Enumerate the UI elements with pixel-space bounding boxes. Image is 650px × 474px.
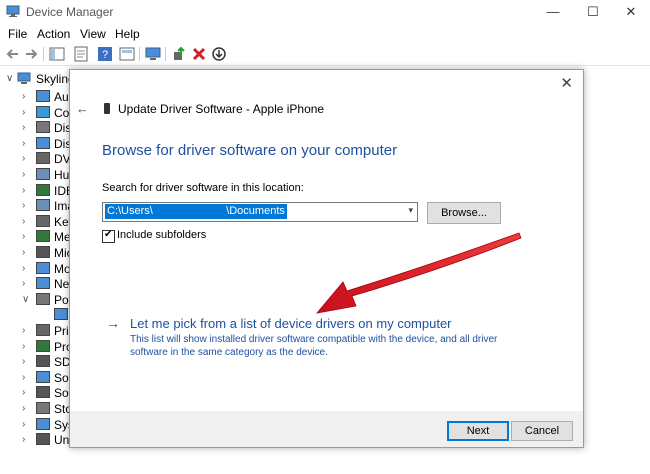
- device-category-icon: [36, 246, 50, 258]
- help-icon[interactable]: ?: [97, 46, 113, 62]
- device-category-icon: [36, 433, 50, 446]
- chevron-right-icon[interactable]: ›: [22, 107, 25, 118]
- chevron-right-icon[interactable]: ›: [22, 387, 25, 398]
- device-category-icon: [36, 183, 50, 196]
- menu-help[interactable]: Help: [115, 27, 140, 41]
- device-category-icon: [36, 105, 50, 118]
- chevron-right-icon[interactable]: ›: [22, 325, 25, 336]
- device-category-icon: [36, 261, 50, 274]
- chevron-right-icon[interactable]: ›: [22, 169, 25, 180]
- menu-file[interactable]: File: [8, 27, 27, 41]
- device-category-icon: [36, 402, 50, 414]
- svg-text:?: ?: [102, 49, 108, 61]
- chevron-right-icon[interactable]: ›: [22, 200, 25, 211]
- scan-hardware-icon[interactable]: [145, 46, 161, 62]
- device-category-icon: [36, 277, 50, 290]
- checkmark-icon: ✔: [104, 229, 113, 240]
- chevron-right-icon[interactable]: ›: [22, 231, 25, 242]
- device-category-icon: [36, 324, 50, 336]
- chevron-right-icon[interactable]: ›: [22, 356, 25, 367]
- device-category-icon: [36, 370, 50, 383]
- tree-root[interactable]: ∨ Skyline: [0, 70, 80, 88]
- chevron-right-icon[interactable]: ›: [22, 247, 25, 258]
- include-subfolders-checkbox[interactable]: ✔: [102, 229, 115, 243]
- dialog-close-button[interactable]: ✕: [560, 74, 573, 92]
- include-subfolders-label[interactable]: Include subfolders: [117, 229, 206, 241]
- toolbar-separator: [139, 47, 140, 61]
- tree-item[interactable]: › Uni: [0, 431, 80, 449]
- toolbar-separator: [43, 47, 44, 61]
- forward-icon[interactable]: [23, 46, 39, 62]
- device-category-icon: [36, 417, 50, 430]
- chevron-down-icon[interactable]: ∨: [22, 294, 29, 305]
- pick-driver-description: This list will show installed driver sof…: [130, 334, 498, 358]
- maximize-button[interactable]: ☐: [582, 3, 604, 21]
- chevron-right-icon[interactable]: ›: [22, 122, 25, 133]
- device-tree: ∨ Skyline › Aud › Cor › Disk › Disp › DVD › Hur › IDE…: [0, 66, 83, 474]
- window-title: Device Manager: [26, 5, 114, 19]
- device-manager-icon: [6, 5, 20, 17]
- device-category-icon: [36, 199, 50, 212]
- back-arrow-icon[interactable]: ←: [76, 101, 89, 116]
- chevron-down-icon[interactable]: ∨: [6, 73, 13, 84]
- device-category-icon: [36, 339, 50, 352]
- uninstall-icon[interactable]: [191, 46, 207, 62]
- title-bar: Device Manager — ☐ ✕: [0, 0, 650, 24]
- dialog-footer: Next Cancel: [70, 411, 583, 447]
- device-category-icon: [36, 90, 50, 102]
- menu-bar: File Action View Help: [0, 25, 650, 43]
- device-category-icon: [54, 308, 68, 321]
- chevron-right-icon[interactable]: ›: [22, 263, 25, 274]
- cancel-button[interactable]: Cancel: [511, 421, 573, 441]
- chevron-right-icon[interactable]: ›: [22, 341, 25, 352]
- show-hide-icon[interactable]: [49, 46, 65, 62]
- chevron-right-icon[interactable]: ›: [22, 434, 25, 445]
- next-button[interactable]: Next: [447, 421, 509, 441]
- device-category-icon: [36, 168, 50, 180]
- phone-icon: [104, 103, 110, 114]
- chevron-right-icon[interactable]: ›: [22, 278, 25, 289]
- device-category-icon: [36, 292, 50, 305]
- menu-action[interactable]: Action: [37, 27, 70, 41]
- device-category-icon: [36, 386, 50, 399]
- device-category-icon: [36, 152, 50, 165]
- update-driver-icon[interactable]: [171, 46, 187, 62]
- close-button[interactable]: ✕: [620, 3, 642, 21]
- search-location-label: Search for driver software in this locat…: [102, 182, 304, 194]
- chevron-right-icon[interactable]: ›: [22, 138, 25, 149]
- minimize-button[interactable]: —: [542, 3, 564, 21]
- chevron-right-icon[interactable]: ›: [22, 153, 25, 164]
- back-icon[interactable]: [5, 46, 21, 62]
- toolbar: ?: [0, 43, 650, 66]
- arrow-right-icon[interactable]: →: [106, 315, 120, 331]
- device-category-icon: [36, 230, 50, 243]
- update-driver-dialog: ✕ ← Update Driver Software - Apple iPhon…: [69, 69, 584, 448]
- dialog-title: Update Driver Software - Apple iPhone: [118, 102, 325, 116]
- chevron-right-icon[interactable]: ›: [22, 419, 25, 430]
- device-category-icon: [36, 121, 50, 134]
- toolbar-separator: [165, 47, 166, 61]
- device-category-icon: [36, 355, 50, 368]
- chevron-right-icon[interactable]: ›: [22, 216, 25, 227]
- dialog-heading: Browse for driver software on your compu…: [102, 142, 398, 159]
- device-category-icon: [36, 136, 50, 149]
- chevron-right-icon[interactable]: ›: [22, 403, 25, 414]
- computer-icon: [17, 72, 31, 84]
- properties-icon[interactable]: [73, 46, 89, 62]
- view-icon[interactable]: [119, 46, 135, 62]
- browse-button[interactable]: Browse...: [427, 202, 501, 224]
- chevron-right-icon[interactable]: ›: [22, 372, 25, 383]
- menu-view[interactable]: View: [80, 27, 106, 41]
- path-combobox[interactable]: C:\Users\ \Documents ▾: [102, 202, 418, 222]
- chevron-right-icon[interactable]: ›: [22, 91, 25, 102]
- chevron-right-icon[interactable]: ›: [22, 185, 25, 196]
- disable-icon[interactable]: [211, 46, 227, 62]
- chevron-down-icon[interactable]: ▾: [408, 205, 413, 216]
- pick-driver-link-text[interactable]: Let me pick from a list of device driver…: [130, 316, 452, 331]
- device-category-icon: [36, 214, 50, 227]
- path-input-value[interactable]: C:\Users\ \Documents: [105, 204, 287, 219]
